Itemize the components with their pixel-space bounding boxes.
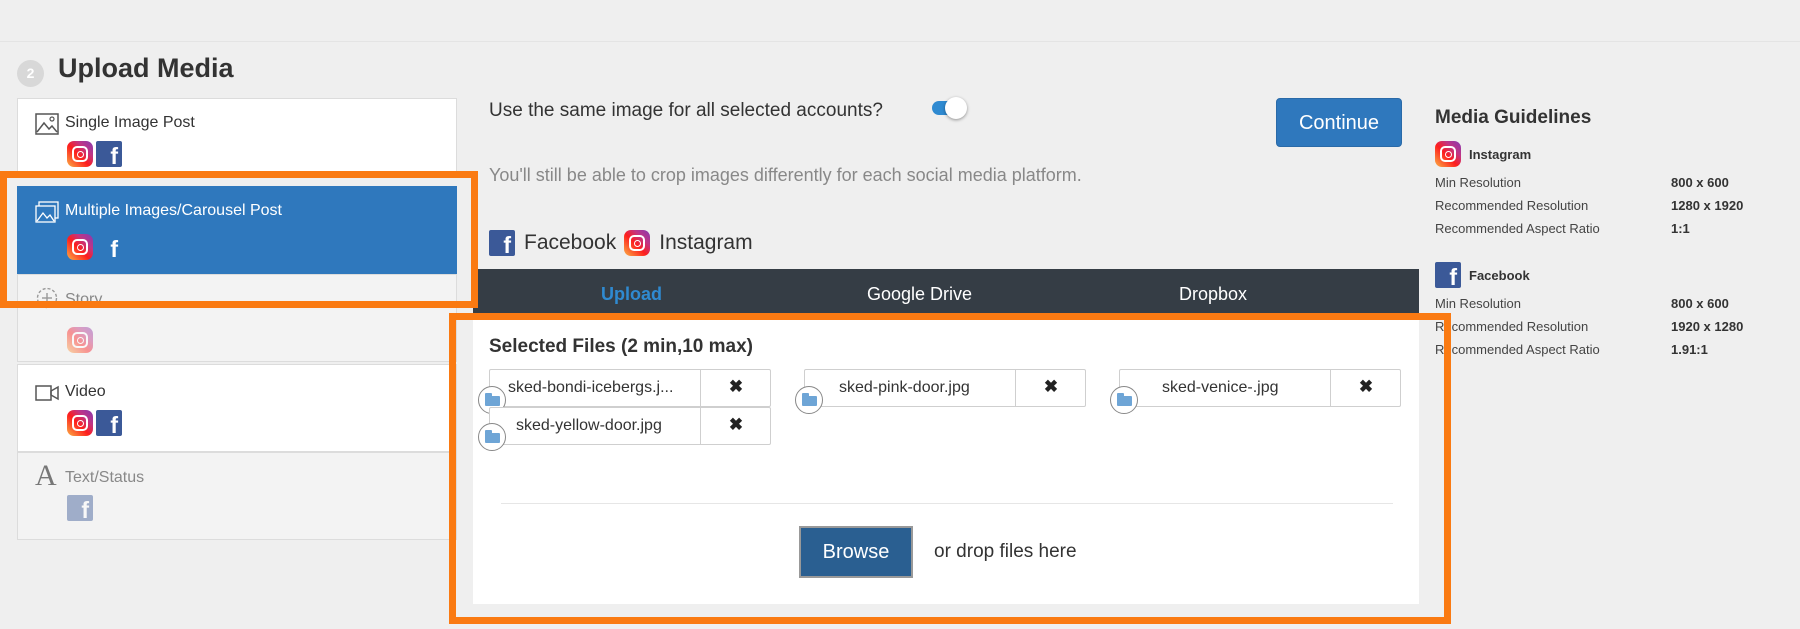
guideline-value: 1280 x 1920 [1671, 198, 1744, 213]
post-type-single-image[interactable]: Single Image Post f [17, 98, 457, 178]
guideline-network-instagram: Instagram [1435, 141, 1531, 167]
guideline-value: 1.91:1 [1671, 342, 1708, 357]
toggle-knob [945, 97, 967, 119]
text-icon: A [35, 459, 57, 492]
guideline-label: Recommended Aspect Ratio [1435, 342, 1600, 357]
image-icon [35, 113, 59, 135]
crop-note: You'll still be able to crop images diff… [489, 165, 1082, 185]
guideline-value: 1920 x 1280 [1671, 319, 1744, 334]
upload-source-tabs: Upload Google Drive Dropbox [473, 269, 1419, 316]
network-icons: f [67, 495, 93, 521]
instagram-icon [1435, 141, 1461, 167]
network-icons [67, 327, 93, 353]
guideline-network-name: Instagram [1469, 146, 1532, 162]
top-divider [0, 41, 1800, 42]
guideline-row: Recommended Aspect Ratio 1:1 [1435, 221, 1775, 236]
post-type-label: Single Image Post [65, 114, 195, 131]
facebook-icon: f [96, 410, 122, 436]
instagram-icon [67, 410, 93, 436]
network-icons: f [67, 410, 122, 436]
guideline-label: Min Resolution [1435, 296, 1521, 311]
continue-button[interactable]: Continue [1276, 98, 1402, 147]
guideline-row: Min Resolution 800 x 600 [1435, 296, 1775, 311]
post-type-label: Text/Status [65, 469, 145, 486]
guideline-row: Recommended Aspect Ratio 1.91:1 [1435, 342, 1775, 357]
guideline-row: Min Resolution 800 x 600 [1435, 175, 1775, 190]
guideline-network-name: Facebook [1469, 267, 1530, 283]
guideline-row: Recommended Resolution 1920 x 1280 [1435, 319, 1775, 334]
guideline-value: 1:1 [1671, 221, 1690, 236]
highlight-box-post-type [0, 171, 478, 308]
guidelines-title: Media Guidelines [1435, 107, 1592, 128]
page-title: Upload Media [58, 53, 234, 83]
highlight-box-dropzone [449, 313, 1451, 624]
facebook-icon: f [489, 230, 515, 256]
network-icons: f [67, 141, 122, 167]
guideline-label: Recommended Resolution [1435, 198, 1589, 213]
tab-google-drive[interactable]: Google Drive [867, 284, 972, 305]
account-instagram-label: Instagram [659, 231, 753, 254]
tab-upload[interactable]: Upload [601, 284, 662, 305]
video-icon [35, 385, 59, 401]
step-badge: 2 [17, 60, 44, 87]
post-type-label: Video [65, 383, 106, 400]
account-facebook-label: Facebook [524, 231, 617, 254]
same-image-toggle[interactable] [932, 97, 968, 119]
guideline-label: Recommended Resolution [1435, 319, 1589, 334]
guideline-label: Recommended Aspect Ratio [1435, 221, 1600, 236]
facebook-icon: f [96, 141, 122, 167]
guideline-label: Min Resolution [1435, 175, 1521, 190]
post-type-text-status: A Text/Status f [17, 452, 457, 540]
facebook-icon: f [67, 495, 93, 521]
facebook-icon: f [1435, 262, 1461, 288]
tab-dropbox[interactable]: Dropbox [1179, 284, 1247, 305]
guideline-value: 800 x 600 [1671, 296, 1729, 311]
instagram-icon [67, 327, 93, 353]
instagram-icon [67, 141, 93, 167]
instagram-icon [624, 230, 651, 256]
guideline-value: 800 x 600 [1671, 175, 1729, 190]
guideline-network-facebook: f Facebook [1435, 262, 1530, 288]
post-type-video[interactable]: Video f [17, 364, 457, 452]
guideline-row: Recommended Resolution 1280 x 1920 [1435, 198, 1775, 213]
selected-accounts: f Facebook Instagram [489, 230, 761, 256]
same-image-question: Use the same image for all selected acco… [489, 100, 883, 121]
